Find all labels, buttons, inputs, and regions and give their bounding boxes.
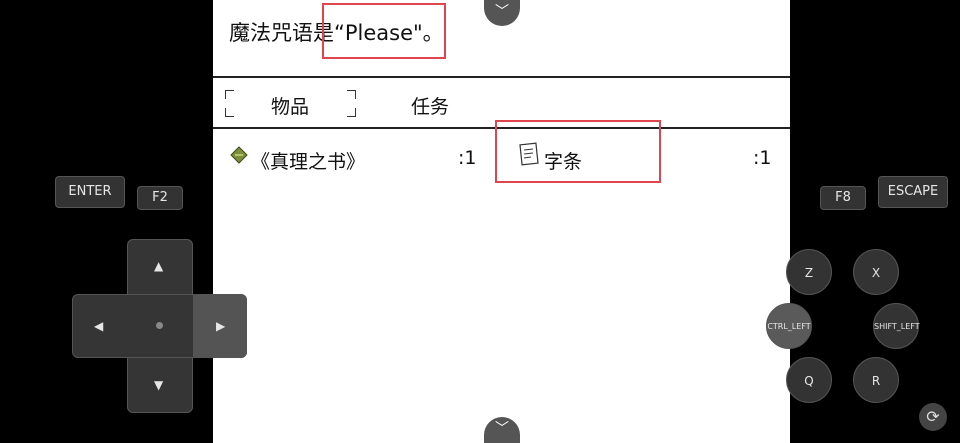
message-window: 魔法咒语是“Please"。: [213, 0, 790, 78]
highlight-box-item: [495, 120, 661, 183]
dpad-left-icon[interactable]: ◀: [94, 319, 103, 333]
item-quantity: :1: [458, 147, 477, 169]
shift-left-button[interactable]: SHIFT_LEFT: [873, 303, 920, 349]
tab-items[interactable]: 物品: [271, 92, 309, 119]
rotate-icon[interactable]: ⟳: [919, 403, 947, 431]
chevron-down-icon: ﹀: [495, 421, 509, 437]
x-button[interactable]: X: [853, 249, 899, 295]
book-icon: [230, 146, 248, 164]
game-screen: ﹀ 魔法咒语是“Please"。 物品 任务 《真理之书》 :1 字条:1 ﹀: [213, 0, 790, 443]
item-quantity: :1: [753, 147, 772, 169]
enter-button[interactable]: ENTER: [55, 176, 125, 208]
dpad-down-icon[interactable]: ▼: [154, 378, 163, 392]
f8-button[interactable]: F8: [820, 186, 866, 210]
r-button[interactable]: R: [853, 357, 899, 403]
scroll-down-chevron[interactable]: ﹀: [484, 417, 520, 443]
dpad-up-icon[interactable]: ▲: [154, 259, 163, 273]
escape-button[interactable]: ESCAPE: [878, 176, 948, 208]
f2-button[interactable]: F2: [137, 186, 183, 210]
ctrl-left-button[interactable]: CTRL_LEFT: [766, 303, 812, 349]
highlight-box-message: [322, 3, 446, 59]
dpad-center: [156, 322, 163, 329]
tab-quests[interactable]: 任务: [411, 92, 449, 119]
dpad-right-icon[interactable]: ▶: [216, 319, 225, 333]
selection-corner: [347, 108, 356, 117]
item-name: 《真理之书》: [251, 151, 366, 173]
z-button[interactable]: Z: [786, 249, 832, 295]
selection-corner: [347, 90, 356, 99]
q-button[interactable]: Q: [786, 357, 832, 403]
selection-corner: [225, 108, 234, 117]
selection-corner: [225, 90, 234, 99]
